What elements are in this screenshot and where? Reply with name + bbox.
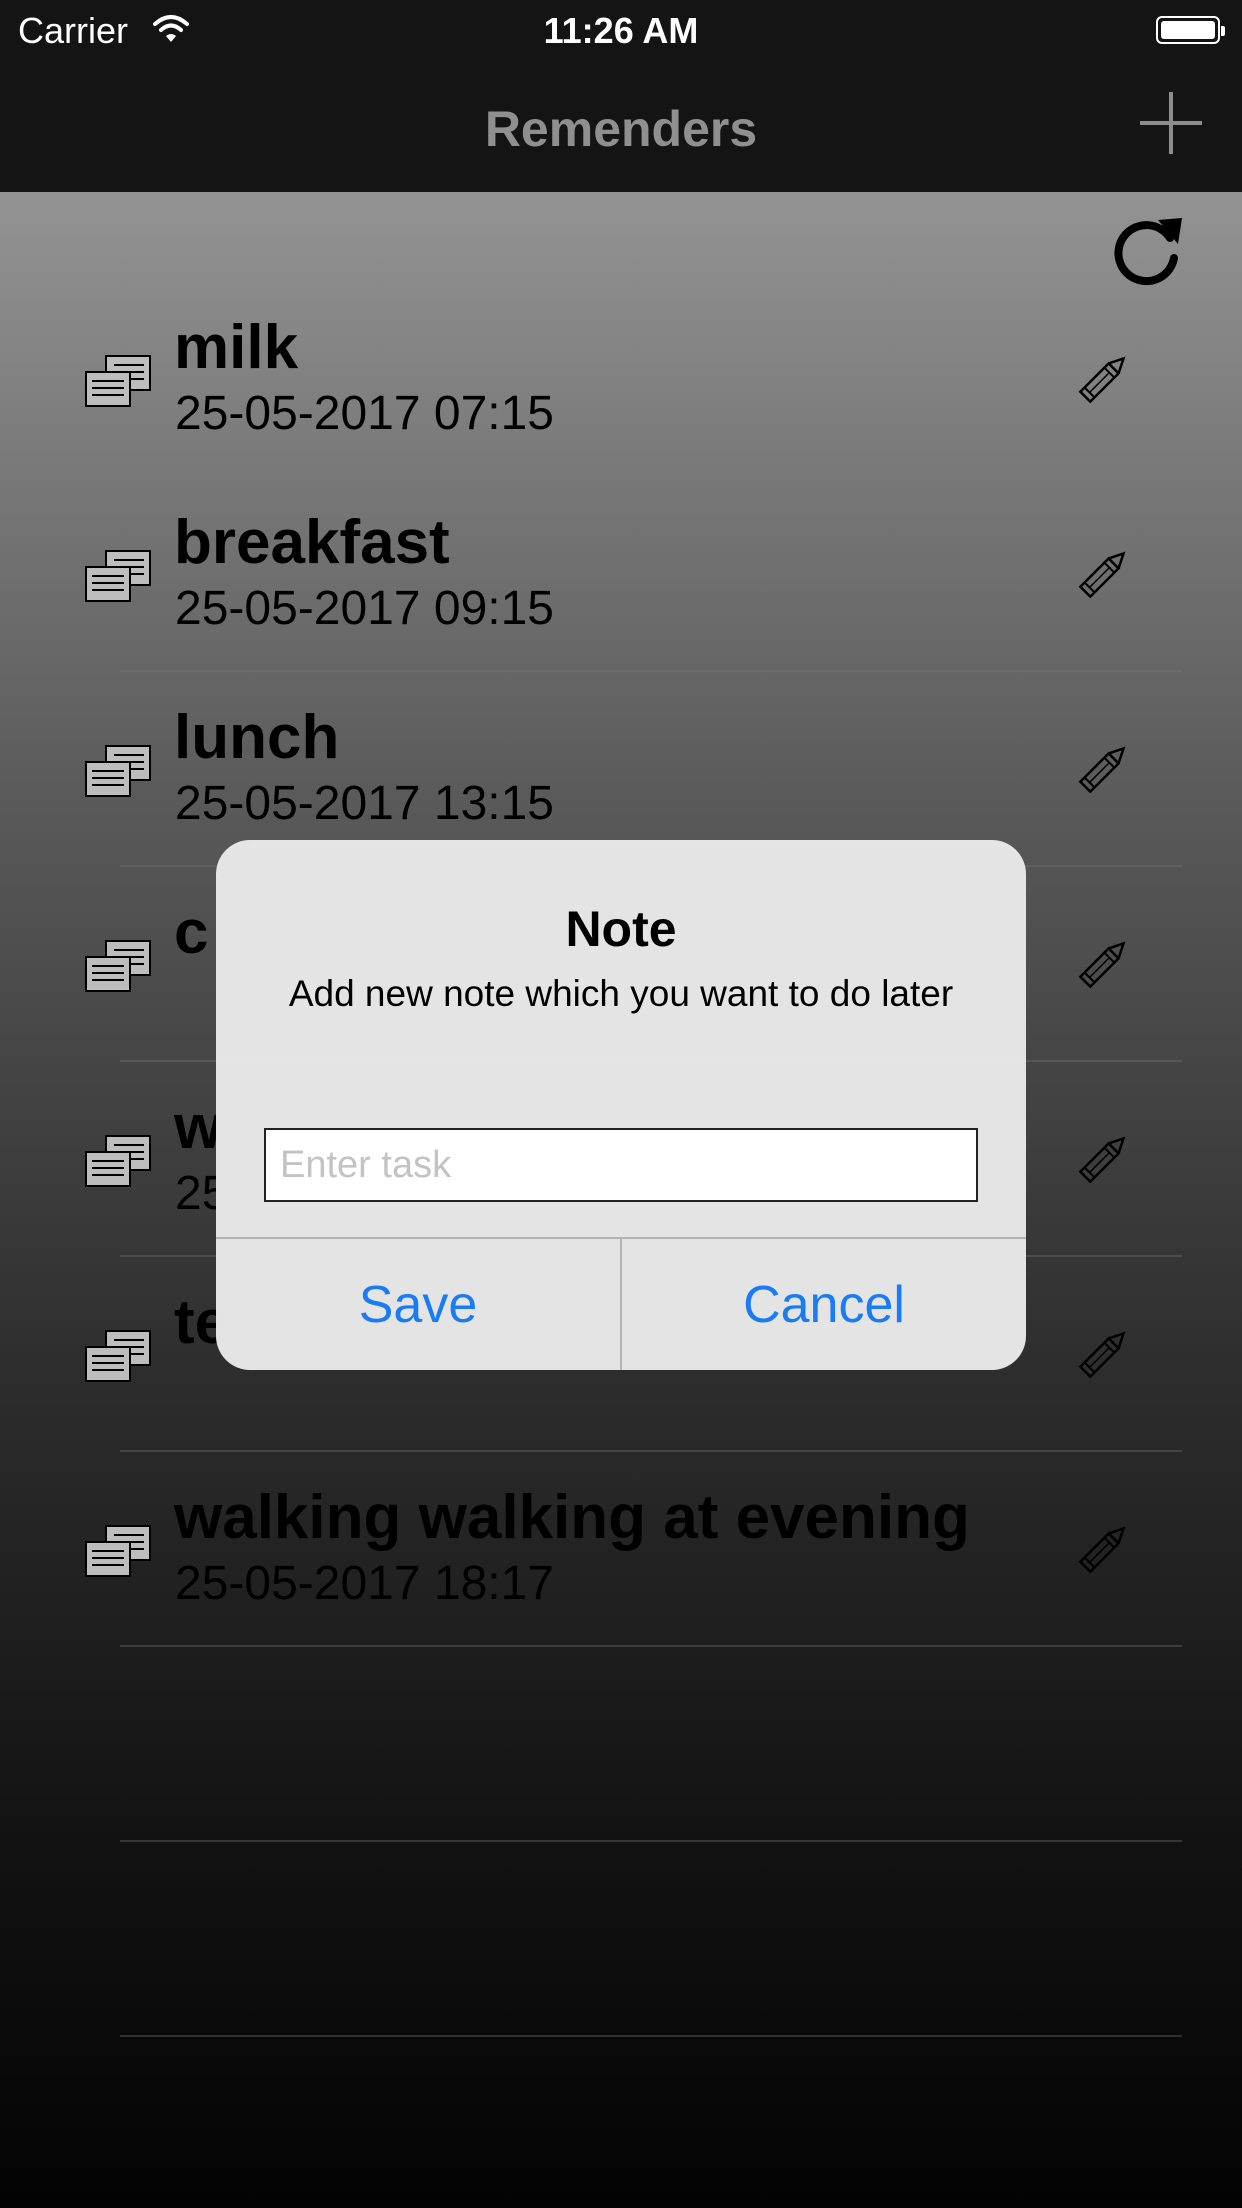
reminder-date: 25-05-2017 18:17	[175, 1557, 554, 1610]
note-icon	[84, 549, 152, 605]
dialog-title: Note	[565, 901, 677, 957]
reminder-title: breakfast	[174, 508, 450, 577]
pencil-icon[interactable]	[1070, 1126, 1136, 1192]
navigation-bar: Remenders	[0, 62, 1242, 192]
note-icon	[84, 1524, 152, 1580]
refresh-icon[interactable]	[1108, 212, 1188, 292]
note-icon	[84, 744, 152, 800]
task-input[interactable]	[264, 1128, 978, 1202]
cancel-button[interactable]: Cancel	[622, 1239, 1026, 1370]
pencil-icon[interactable]	[1070, 736, 1136, 802]
reminder-title: milk	[174, 313, 299, 382]
plus-icon[interactable]	[1140, 92, 1202, 154]
reminder-title: lunch	[174, 703, 340, 772]
list-item[interactable]	[0, 1842, 1242, 2037]
save-button[interactable]: Save	[216, 1239, 620, 1370]
row-divider	[120, 2035, 1182, 2037]
page-title: Remenders	[484, 101, 758, 157]
list-item[interactable]: breakfast 25-05-2017 09:15	[0, 477, 1242, 672]
reminder-date: 25-05-2017 07:15	[175, 387, 554, 440]
note-icon	[84, 1329, 152, 1385]
reminder-date: 25-05-2017 09:15	[175, 582, 554, 635]
status-bar: Carrier 11:26 AM	[0, 0, 1242, 62]
pencil-icon[interactable]	[1070, 346, 1136, 412]
pencil-icon[interactable]	[1070, 541, 1136, 607]
note-icon	[84, 354, 152, 410]
pencil-icon[interactable]	[1070, 1321, 1136, 1387]
note-icon	[84, 939, 152, 995]
pencil-icon[interactable]	[1070, 931, 1136, 997]
list-item[interactable]: milk 25-05-2017 07:15	[0, 282, 1242, 477]
list-item[interactable]: lunch 25-05-2017 13:15	[0, 672, 1242, 867]
note-dialog: Note Add new note which you want to do l…	[216, 840, 1026, 1370]
pencil-icon[interactable]	[1070, 1516, 1136, 1582]
reminder-title: walking walking at evening	[174, 1483, 970, 1552]
note-icon	[84, 1134, 152, 1190]
reminder-date: 25-05-2017 13:15	[175, 777, 554, 830]
list-item[interactable]: walking walking at evening 25-05-2017 18:…	[0, 1452, 1242, 1647]
status-time: 11:26 AM	[543, 10, 699, 51]
battery-icon	[1156, 16, 1225, 44]
list-item[interactable]	[0, 1647, 1242, 1842]
reminder-title: w	[174, 1093, 223, 1162]
dialog-message: Add new note which you want to do later	[288, 973, 954, 1014]
reminder-title: c	[174, 898, 209, 967]
